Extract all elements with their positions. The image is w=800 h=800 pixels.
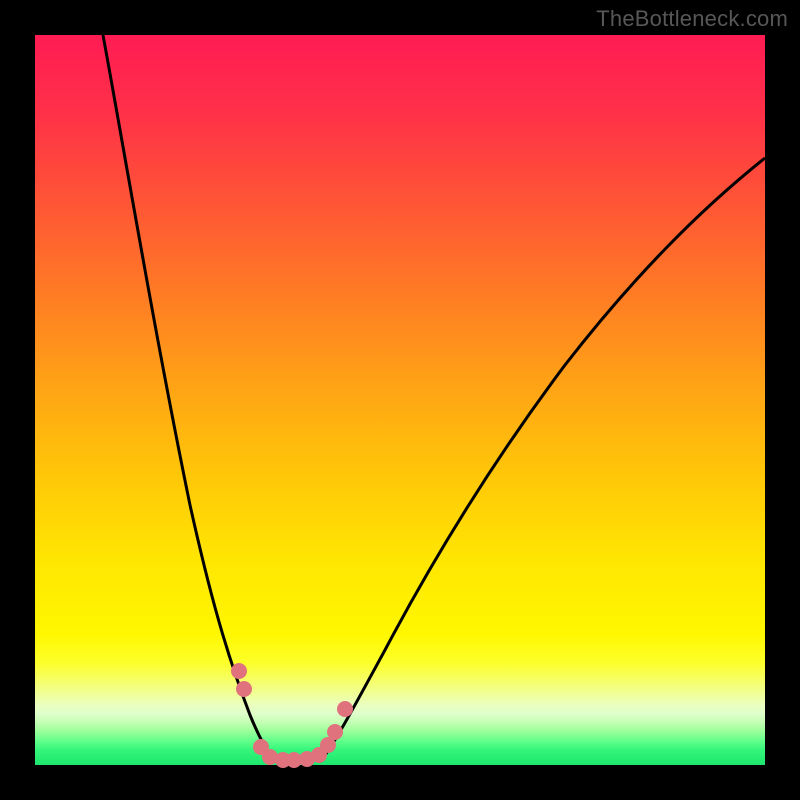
chart-root: TheBottleneck.com — [0, 0, 800, 800]
marker-dot — [231, 663, 247, 679]
watermark-text: TheBottleneck.com — [596, 6, 788, 32]
plot-area — [35, 35, 765, 765]
marker-dot — [337, 701, 353, 717]
chart-curves — [35, 35, 765, 765]
marker-dot — [236, 681, 252, 697]
right-curve — [320, 158, 765, 762]
marker-dot — [327, 724, 343, 740]
left-curve — [103, 35, 275, 762]
